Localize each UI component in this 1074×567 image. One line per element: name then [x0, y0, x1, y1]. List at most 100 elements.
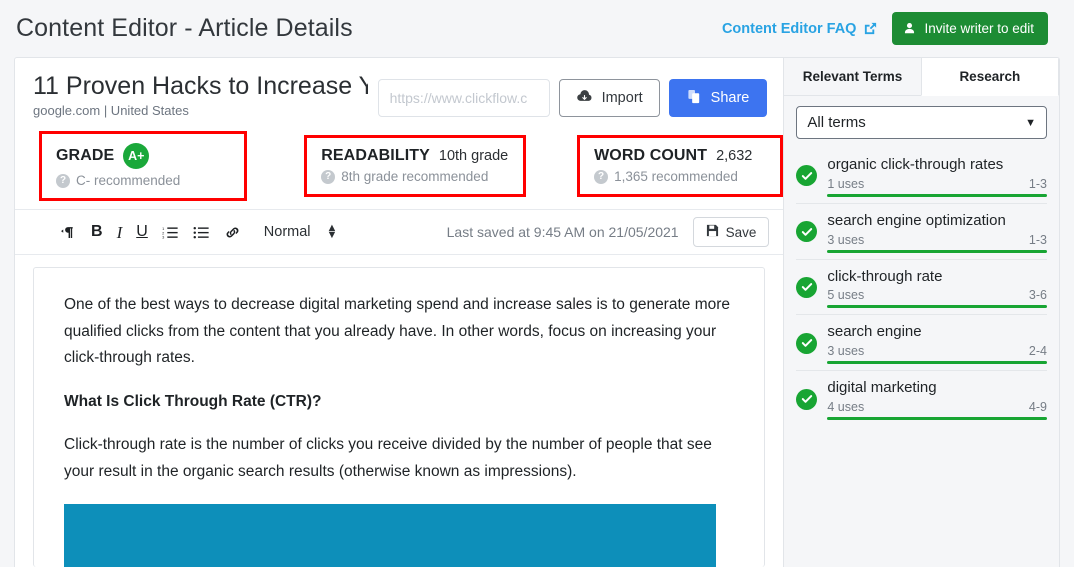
term-range: 2-4: [1028, 344, 1047, 359]
metric-grade: GRADE A+ ? C- recommended: [39, 131, 248, 201]
faq-link-label: Content Editor FAQ: [721, 20, 857, 37]
content-editor-app: Content Editor - Article Details Content…: [0, 0, 1074, 567]
external-link-icon: [863, 21, 878, 36]
terms-filter-wrap: All terms ▼: [796, 106, 1047, 139]
top-bar-actions: Content Editor FAQ Invite writer to edit: [722, 12, 1048, 45]
term-name: click-through rate: [827, 267, 943, 285]
metric-word-count: WORD COUNT 2,632 ? 1,365 recommended: [577, 135, 784, 197]
metric-word-count-label: WORD COUNT: [594, 147, 708, 164]
import-label: Import: [601, 90, 643, 106]
help-circle-icon[interactable]: ?: [321, 169, 336, 184]
terms-sidebar: Relevant Terms Research All terms ▼ orga…: [783, 58, 1059, 567]
document-editor[interactable]: One of the best ways to decrease digital…: [33, 267, 766, 567]
tab-relevant-terms[interactable]: Relevant Terms: [784, 58, 921, 96]
metric-word-count-sub: ? 1,365 recommended: [594, 169, 768, 184]
term-content: organic click-through rates 1 uses 1-3: [827, 155, 1047, 197]
metric-grade-sub: ? C- recommended: [56, 173, 232, 188]
article-subtitle: google.com | United States: [33, 103, 189, 118]
metric-readability-value: 10th grade: [438, 148, 509, 164]
content-editor-faq-link[interactable]: Content Editor FAQ: [722, 21, 879, 37]
editor-left-column: 11 Proven Hacks to Increase Your Organic…: [15, 58, 784, 567]
bold-icon[interactable]: B: [84, 221, 110, 243]
help-circle-icon[interactable]: ?: [56, 173, 70, 188]
check-circle-icon: [796, 221, 818, 243]
metric-readability-sub-label: 8th grade recommended: [341, 169, 489, 184]
metric-word-count-top: WORD COUNT 2,632: [594, 147, 768, 165]
link-icon[interactable]: [217, 222, 248, 243]
sidebar-tabs: Relevant Terms Research: [784, 58, 1059, 96]
term-list-item[interactable]: click-through rate 5 uses 3-6: [796, 258, 1047, 315]
person-icon: [903, 22, 916, 35]
underline-icon[interactable]: U: [129, 221, 155, 243]
term-list-item[interactable]: organic click-through rates 1 uses 1-3: [796, 148, 1047, 203]
term-uses: 3 uses: [827, 232, 865, 247]
term-progress-bar: [827, 193, 1047, 197]
term-content: click-through rate 5 uses 3-6: [827, 267, 1047, 309]
term-uses: 4 uses: [827, 399, 865, 414]
invite-writer-button[interactable]: Invite writer to edit: [892, 12, 1048, 45]
term-range: 1-3: [1028, 176, 1047, 191]
term-uses: 1 uses: [827, 176, 865, 191]
tab-research[interactable]: Research: [920, 58, 1059, 96]
document-image: CLICKS: [64, 503, 716, 567]
import-button[interactable]: Import: [558, 79, 660, 117]
share-button[interactable]: Share: [668, 79, 768, 117]
metrics-row: GRADE A+ ? C- recommended READABILITY 10…: [15, 127, 784, 210]
paragraph-direction-icon[interactable]: [53, 222, 84, 243]
article-header-text: 11 Proven Hacks to Increase Your Organic…: [33, 72, 368, 118]
term-progress-bar: [827, 361, 1047, 365]
term-content: digital marketing 4 uses 4-9: [827, 378, 1047, 420]
term-progress-bar: [827, 416, 1047, 420]
save-button[interactable]: Save: [692, 217, 770, 247]
text-style-label: Normal: [263, 224, 311, 240]
editor-card: 11 Proven Hacks to Increase Your Organic…: [14, 57, 1060, 567]
unordered-list-icon[interactable]: [186, 222, 217, 243]
term-name: digital marketing: [827, 379, 937, 397]
text-style-dropdown[interactable]: Normal ▲ ▼: [263, 222, 338, 241]
term-range: 3-6: [1028, 288, 1047, 303]
share-label: Share: [710, 90, 750, 106]
term-progress-bar: [827, 249, 1047, 253]
document-paragraph-2: Click-through rate is the number of clic…: [64, 436, 712, 480]
term-list-item[interactable]: search engine 3 uses 2-4: [796, 314, 1047, 370]
page-title: Content Editor - Article Details: [16, 14, 353, 42]
italic-icon[interactable]: I: [110, 221, 130, 244]
import-url-input[interactable]: [377, 79, 550, 117]
metric-word-count-sub-label: 1,365 recommended: [614, 169, 738, 184]
cloud-download-icon: [576, 88, 593, 109]
article-title: 11 Proven Hacks to Increase Your Organic…: [33, 72, 368, 100]
copy-icon: [687, 89, 702, 108]
metric-readability-top: READABILITY 10th grade: [321, 147, 511, 165]
term-uses: 5 uses: [827, 288, 865, 303]
metric-word-count-value: 2,632: [716, 148, 753, 164]
article-header: 11 Proven Hacks to Increase Your Organic…: [15, 58, 783, 127]
term-meta: 5 uses 3-6: [827, 288, 1047, 302]
sidebar-body: All terms ▼ organic click-through rates …: [784, 96, 1059, 567]
term-list-item[interactable]: digital marketing 4 uses 4-9: [796, 370, 1047, 426]
check-circle-icon: [796, 332, 818, 354]
check-circle-icon: [796, 165, 818, 187]
term-progress-bar: [827, 305, 1047, 309]
last-saved-text: Last saved at 9:45 AM on 21/05/2021: [446, 224, 679, 240]
up-down-arrows-icon: ▲ ▼: [326, 222, 338, 241]
terms-filter-select[interactable]: All terms: [796, 106, 1047, 139]
term-name: search engine: [827, 323, 922, 341]
invite-writer-label: Invite writer to edit: [924, 21, 1034, 36]
document-scroll-area[interactable]: One of the best ways to decrease digital…: [15, 255, 784, 567]
metric-grade-top: GRADE A+: [56, 143, 232, 169]
floppy-disk-icon: [706, 224, 719, 240]
help-circle-icon[interactable]: ?: [594, 169, 609, 184]
metric-grade-sub-label: C- recommended: [76, 173, 181, 188]
ordered-list-icon[interactable]: 1 2 3: [155, 222, 186, 243]
term-content: search engine 3 uses 2-4: [827, 322, 1047, 365]
document-heading-1: What Is Click Through Rate (CTR)?: [64, 392, 322, 410]
terms-list: organic click-through rates 1 uses 1-3 s…: [796, 148, 1047, 426]
metric-readability-label: READABILITY: [321, 147, 430, 164]
term-meta: 4 uses 4-9: [827, 400, 1047, 414]
term-meta: 3 uses 2-4: [827, 344, 1047, 358]
metric-readability-sub: ? 8th grade recommended: [321, 169, 511, 184]
document-paragraph-1: One of the best ways to decrease digital…: [64, 296, 731, 367]
save-label: Save: [725, 224, 757, 240]
term-list-item[interactable]: search engine optimization 3 uses 1-3: [796, 202, 1047, 259]
term-meta: 1 uses 1-3: [827, 177, 1047, 191]
